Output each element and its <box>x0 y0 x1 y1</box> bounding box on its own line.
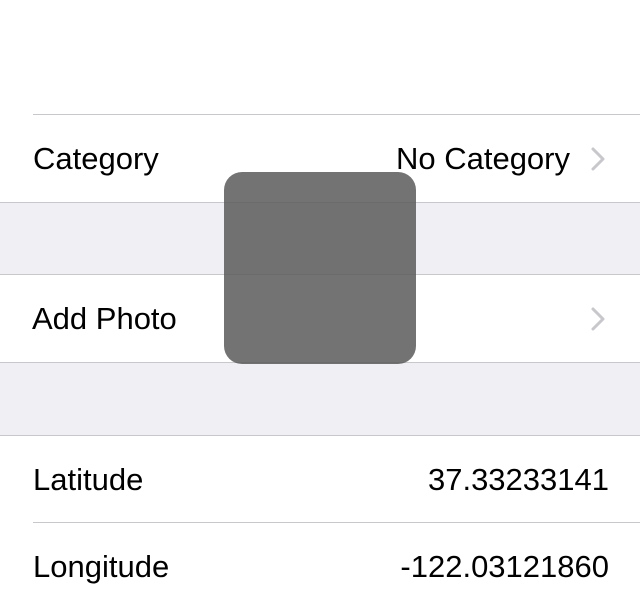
chevron-right-icon <box>591 147 605 171</box>
add-photo-label: Add Photo <box>32 301 177 336</box>
top-blank-area <box>0 0 640 114</box>
chevron-right-icon <box>591 307 605 331</box>
longitude-label: Longitude <box>33 549 170 584</box>
latitude-value: 37.33233141 <box>427 462 609 497</box>
longitude-row: Longitude -122.03121860 <box>0 523 640 609</box>
loading-hud-overlay <box>224 172 416 364</box>
category-label: Category <box>33 141 159 176</box>
category-value: No Category <box>395 141 570 176</box>
latitude-label: Latitude <box>33 462 144 497</box>
section-gap <box>0 363 640 435</box>
longitude-value: -122.03121860 <box>400 549 609 584</box>
latitude-row: Latitude 37.33233141 <box>0 436 640 522</box>
